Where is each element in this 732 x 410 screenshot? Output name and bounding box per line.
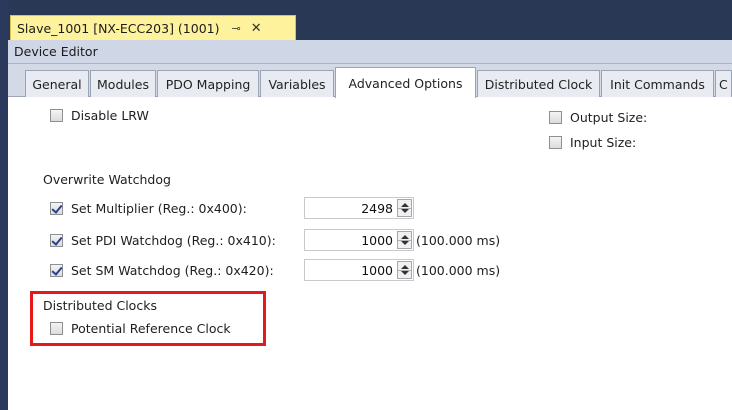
document-tab[interactable]: Slave_1001 [NX-ECC203] (1001) ⊸ ✕ [10, 15, 296, 40]
set-sm-watchdog-option[interactable]: Set SM Watchdog (Reg.: 0x420): [50, 260, 274, 280]
output-size-label: Output Size: [570, 109, 648, 125]
distributed-clocks-title: Distributed Clocks [43, 298, 157, 313]
set-pdi-watchdog-label: Set PDI Watchdog (Reg.: 0x410): [71, 232, 276, 248]
tab-general[interactable]: General [25, 70, 89, 97]
set-multiplier-option[interactable]: Set Multiplier (Reg.: 0x400): [50, 198, 247, 218]
potential-reference-clock-checkbox[interactable] [50, 321, 63, 335]
pdi-watchdog-value: 1000 [361, 233, 393, 248]
sm-watchdog-spinner[interactable] [397, 261, 412, 279]
overwrite-watchdog-title: Overwrite Watchdog [43, 172, 171, 187]
multiplier-value: 2498 [361, 201, 393, 216]
tab-label: Variables [268, 76, 326, 92]
tab-label: C [719, 76, 728, 92]
sm-watchdog-unit: (100.000 ms) [416, 263, 501, 278]
output-size-checkbox[interactable] [549, 110, 562, 124]
pdi-watchdog-spinner[interactable] [397, 231, 412, 249]
disable-lrw-label: Disable LRW [71, 107, 149, 123]
sm-watchdog-input[interactable]: 1000 [304, 259, 414, 281]
disable-lrw-checkbox[interactable] [50, 108, 63, 122]
tab-pdo-mapping[interactable]: PDO Mapping [157, 70, 259, 97]
disable-lrw-option[interactable]: Disable LRW [50, 105, 149, 125]
output-size-option[interactable]: Output Size: [549, 107, 647, 127]
tab-label: Advanced Options [348, 75, 463, 91]
close-icon[interactable]: ✕ [251, 21, 262, 36]
pdi-watchdog-input[interactable]: 1000 [304, 229, 414, 251]
document-tab-title: Slave_1001 [NX-ECC203] (1001) [17, 20, 220, 36]
device-editor-title: Device Editor [14, 44, 98, 59]
document-tab-strip: Slave_1001 [NX-ECC203] (1001) ⊸ ✕ [8, 0, 732, 40]
input-size-option[interactable]: Input Size: [549, 132, 636, 152]
set-sm-watchdog-checkbox[interactable] [50, 263, 63, 277]
potential-reference-clock-option[interactable]: Potential Reference Clock [50, 318, 231, 338]
input-size-label: Input Size: [570, 134, 637, 150]
set-multiplier-checkbox[interactable] [50, 201, 63, 215]
pin-icon[interactable]: ⊸ [232, 22, 241, 35]
tab-label: Init Commands [610, 76, 705, 92]
set-multiplier-label: Set Multiplier (Reg.: 0x400): [71, 200, 247, 216]
tab-distributed-clock[interactable]: Distributed Clock [477, 70, 600, 97]
set-sm-watchdog-label: Set SM Watchdog (Reg.: 0x420): [71, 262, 274, 278]
tab-overflow[interactable]: C [715, 70, 732, 97]
set-pdi-watchdog-option[interactable]: Set PDI Watchdog (Reg.: 0x410): [50, 230, 276, 250]
tab-variables[interactable]: Variables [260, 70, 334, 97]
device-editor-header: Device Editor [8, 40, 732, 64]
input-size-checkbox[interactable] [549, 135, 562, 149]
tab-label: Distributed Clock [484, 76, 593, 92]
tab-label: PDO Mapping [165, 76, 251, 92]
window-left-edge [0, 0, 8, 410]
advanced-options-panel: Disable LRW Output Size: Input Size: Ove… [8, 97, 732, 410]
multiplier-input[interactable]: 2498 [304, 197, 414, 219]
editor-tab-bar: General Modules PDO Mapping Variables Ad… [8, 64, 732, 98]
tab-label: General [32, 76, 82, 92]
multiplier-spinner[interactable] [397, 199, 412, 217]
tab-advanced-options[interactable]: Advanced Options [335, 67, 476, 98]
tab-init-commands[interactable]: Init Commands [601, 70, 714, 97]
set-pdi-watchdog-checkbox[interactable] [50, 233, 63, 247]
pdi-watchdog-unit: (100.000 ms) [416, 233, 501, 248]
sm-watchdog-value: 1000 [361, 263, 393, 278]
potential-reference-clock-label: Potential Reference Clock [71, 320, 231, 336]
tab-label: Modules [97, 76, 149, 92]
tab-modules[interactable]: Modules [90, 70, 156, 97]
